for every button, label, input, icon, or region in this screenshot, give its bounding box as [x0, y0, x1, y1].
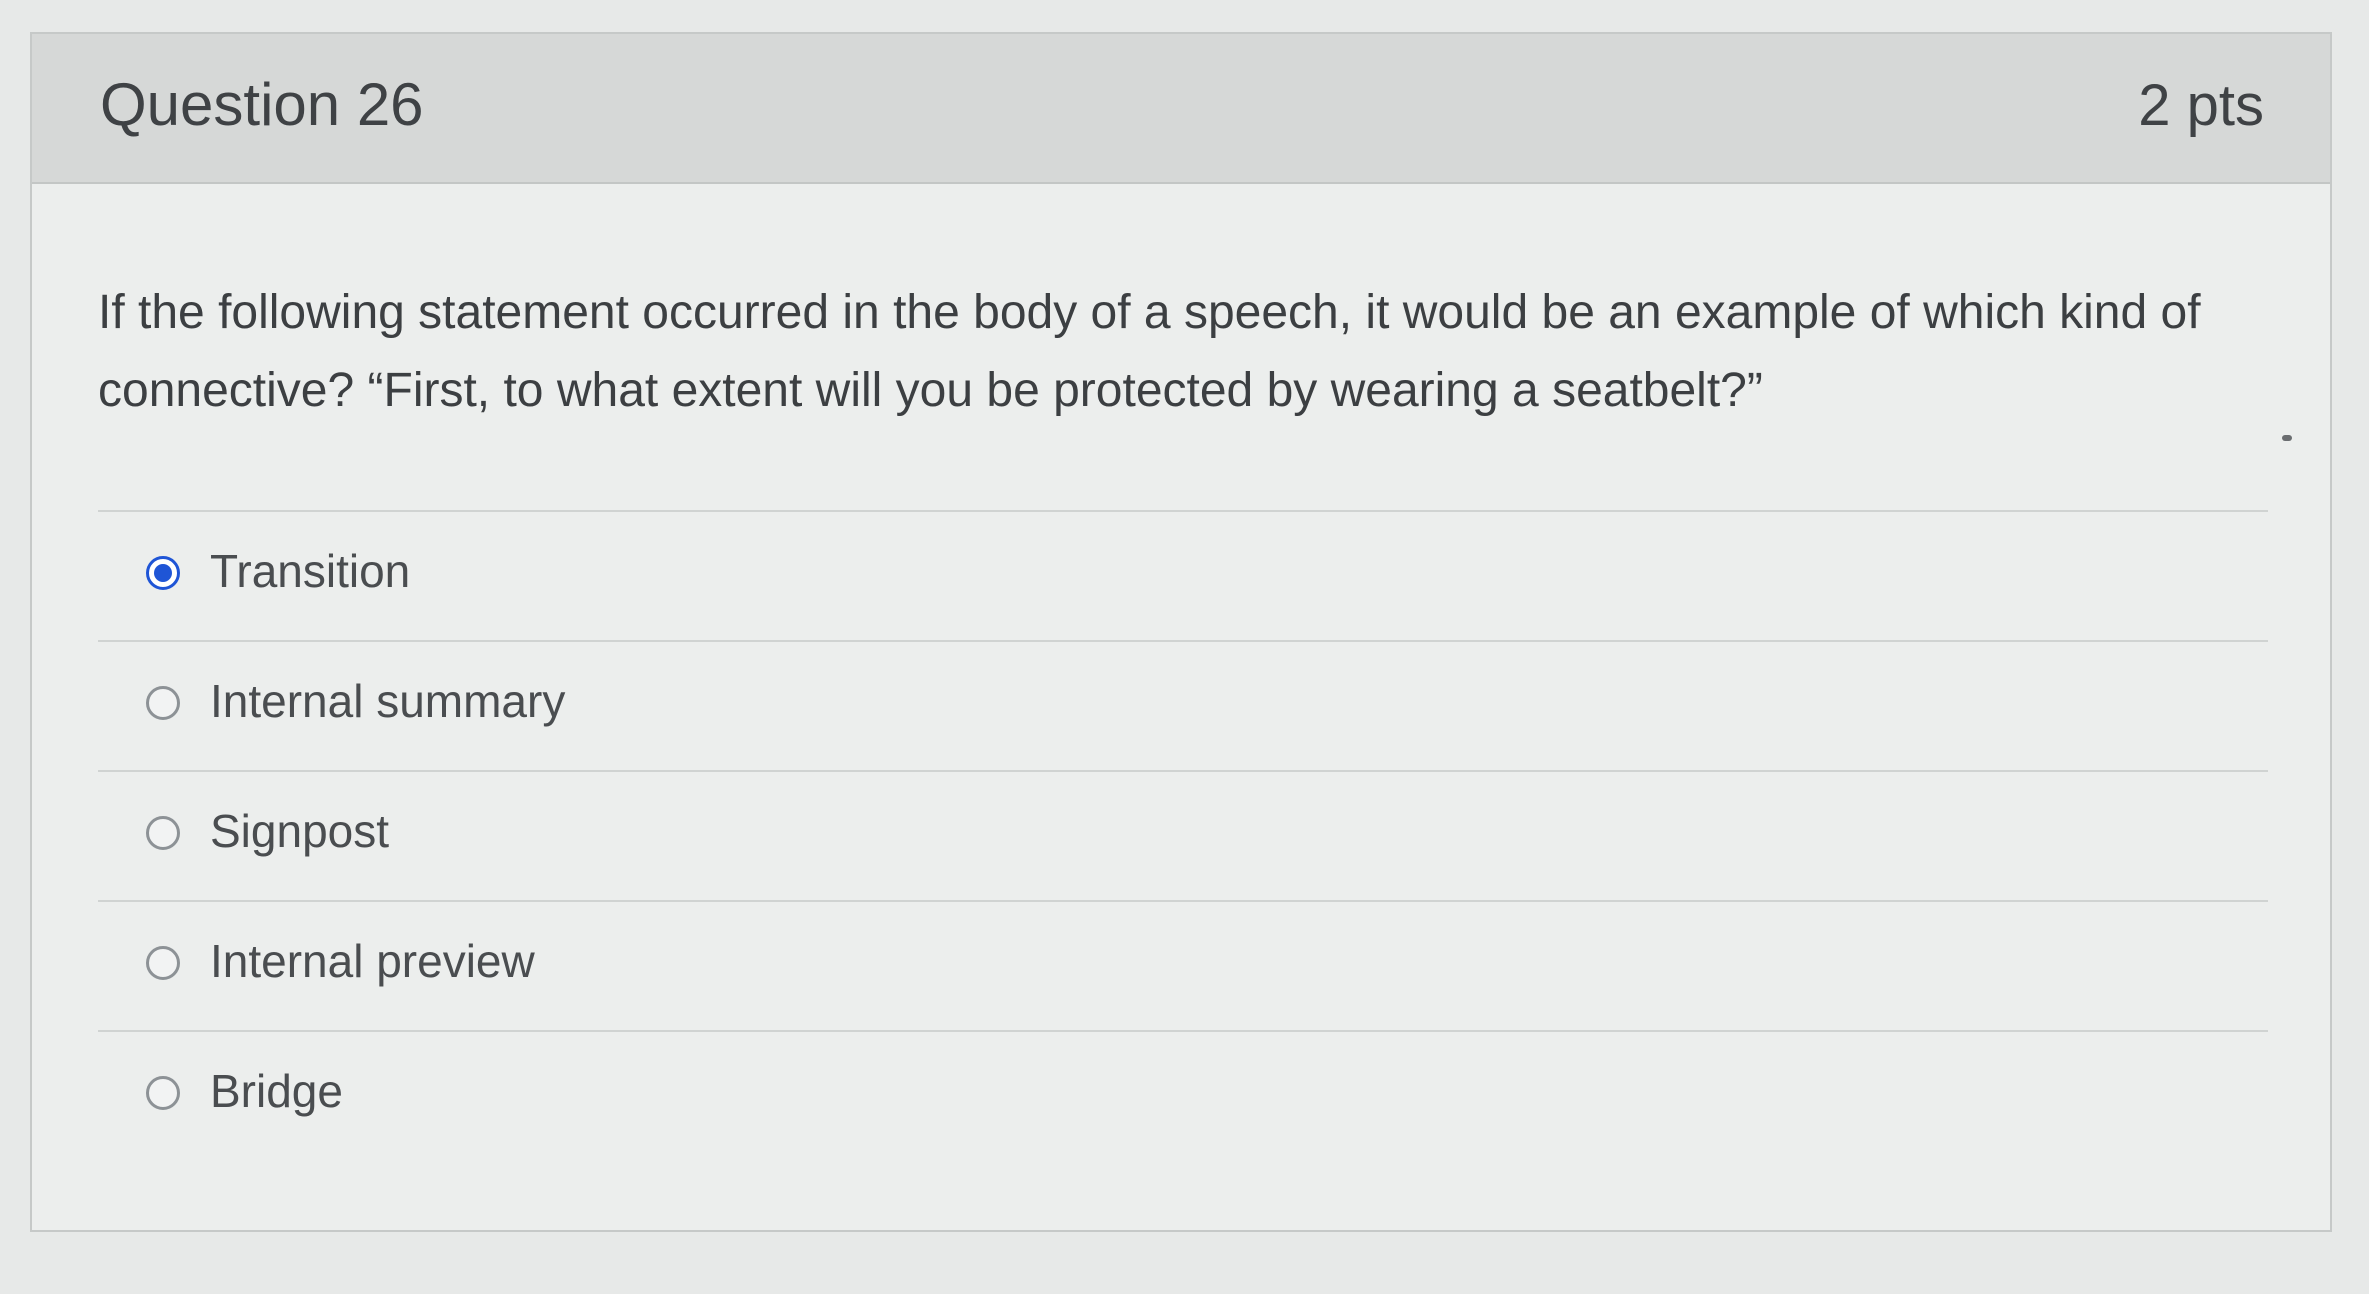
radio-button[interactable]: [146, 946, 180, 980]
answer-option-internal-summary[interactable]: Internal summary: [98, 640, 2268, 770]
radio-button[interactable]: [146, 1076, 180, 1110]
answer-list: Transition Internal summary Signpost Int…: [98, 510, 2268, 1160]
question-points: 2 pts: [2138, 73, 2264, 138]
answer-label: Bridge: [210, 1065, 343, 1117]
answer-option-transition[interactable]: Transition: [98, 510, 2268, 640]
question-card: Question 26 2 pts If the following state…: [30, 32, 2332, 1232]
answer-label: Signpost: [210, 805, 390, 857]
question-text: If the following statement occurred in t…: [98, 286, 2201, 417]
answer-label: Internal summary: [210, 675, 566, 727]
answer-option-bridge[interactable]: Bridge: [98, 1030, 2268, 1160]
radio-button[interactable]: [146, 816, 180, 850]
question-header: Question 26 2 pts: [32, 34, 2330, 184]
answer-option-signpost[interactable]: Signpost: [98, 770, 2268, 900]
radio-button[interactable]: [146, 686, 180, 720]
radio-button-selected[interactable]: [146, 556, 180, 590]
answer-label: Internal preview: [210, 935, 535, 987]
question-title: Question 26: [100, 71, 424, 138]
answer-label: Transition: [210, 545, 411, 597]
cursor-mark-icon: [2282, 435, 2292, 441]
answer-option-internal-preview[interactable]: Internal preview: [98, 900, 2268, 1030]
